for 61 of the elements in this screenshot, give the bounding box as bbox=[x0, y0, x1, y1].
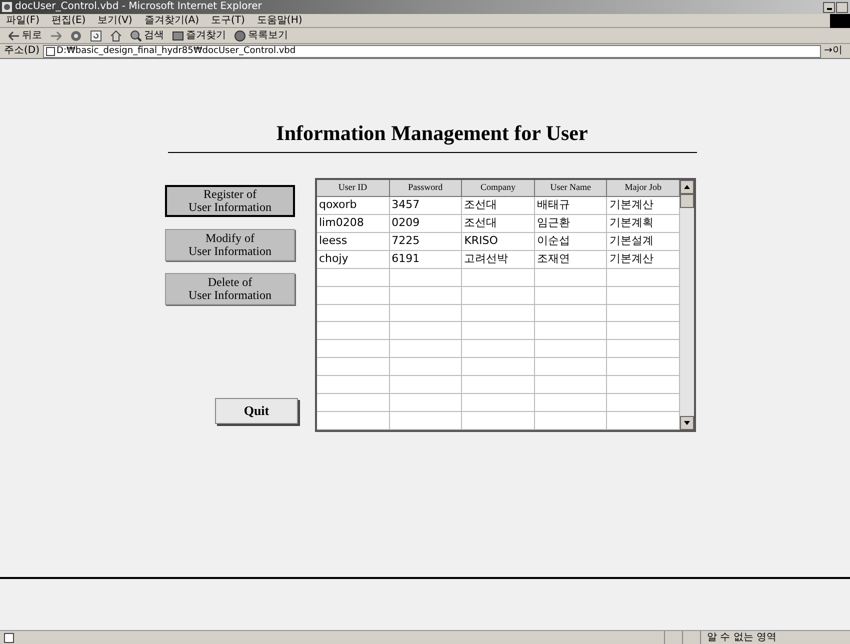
address-label: 주소(D) bbox=[4, 46, 40, 56]
table-cell: 조재연 bbox=[534, 250, 608, 269]
column-header[interactable]: User Name bbox=[534, 180, 608, 197]
table-cell: chojy bbox=[317, 250, 390, 269]
action-button[interactable]: Modify of User Information bbox=[165, 229, 295, 261]
home-button[interactable] bbox=[110, 30, 122, 42]
go-button[interactable]: →이 bbox=[824, 46, 850, 56]
address-field[interactable]: D:₩basic_design_final_hydr85₩docUser_Control.vbd bbox=[42, 44, 821, 58]
scroll-thumb[interactable] bbox=[680, 194, 694, 208]
back-button[interactable]: 뒤로 bbox=[8, 30, 42, 40]
favorites-button[interactable]: 즐겨찾기 bbox=[172, 30, 226, 41]
table-cell: 기본계산 bbox=[607, 196, 680, 215]
menu-item[interactable]: 도움말(H) bbox=[256, 16, 302, 26]
history-button[interactable]: 목록보기 bbox=[234, 30, 288, 42]
menu-item[interactable]: 도구(T) bbox=[211, 16, 245, 26]
menu-item[interactable]: 파일(F) bbox=[6, 16, 40, 26]
refresh-button[interactable] bbox=[90, 30, 102, 42]
table-cell: lim0208 bbox=[317, 214, 390, 233]
folder-icon[interactable] bbox=[172, 30, 184, 41]
table-cell: 기본계산 bbox=[607, 250, 680, 269]
table-cell: leess bbox=[317, 232, 390, 251]
table-cell: 0209 bbox=[390, 214, 462, 233]
table-cell: 배태규 bbox=[534, 196, 608, 215]
table-cell: 임근환 bbox=[534, 214, 608, 233]
page-icon bbox=[46, 46, 55, 56]
action-button[interactable]: Delete of User Information bbox=[165, 273, 295, 305]
menu-item[interactable]: 즐겨찾기(A) bbox=[144, 16, 199, 26]
column-header[interactable]: User ID bbox=[317, 180, 390, 197]
table-cell: 조선대 bbox=[462, 196, 535, 215]
menu-item[interactable]: 보기(V) bbox=[98, 16, 132, 26]
table-cell: 고려선박 bbox=[462, 250, 535, 269]
table-cell: 기본계획 bbox=[607, 214, 680, 233]
table-cell: 7225 bbox=[390, 232, 462, 251]
table-cell: qoxorb bbox=[317, 196, 390, 215]
action-button[interactable]: Register of User Information bbox=[165, 185, 295, 217]
window-title: docUser_Control.vbd - Microsoft Internet Explorer bbox=[15, 2, 262, 12]
scrollbar[interactable] bbox=[680, 180, 694, 430]
column-header[interactable]: Company bbox=[462, 180, 535, 197]
column-header[interactable]: Password bbox=[390, 180, 462, 197]
stop-button[interactable] bbox=[70, 30, 82, 42]
restore-button[interactable] bbox=[836, 2, 848, 12]
minimize-button[interactable] bbox=[823, 2, 835, 12]
globe-icon[interactable] bbox=[234, 30, 246, 42]
table-cell: 6191 bbox=[390, 250, 462, 269]
column-header[interactable]: Major Job bbox=[607, 180, 680, 197]
page-title: Information Management for User bbox=[275, 123, 589, 144]
table-cell: 기본설계 bbox=[607, 232, 680, 251]
search-button[interactable]: 검색 bbox=[130, 30, 164, 42]
browser-icon bbox=[2, 2, 12, 12]
table-cell: 조선대 bbox=[462, 214, 535, 233]
table-cell: 이순섭 bbox=[534, 232, 608, 251]
logo-panel bbox=[830, 14, 850, 28]
zone-label: 알 수 없는 영역 bbox=[700, 631, 850, 644]
search-icon[interactable] bbox=[130, 30, 142, 42]
quit-button[interactable]: Quit bbox=[215, 398, 298, 424]
menu-item[interactable]: 편집(E) bbox=[52, 16, 86, 26]
page-icon bbox=[4, 632, 14, 642]
table-cell: KRISO bbox=[462, 232, 535, 251]
forward-button[interactable] bbox=[50, 30, 62, 40]
table-cell: 3457 bbox=[390, 196, 462, 215]
back-arrow-icon[interactable] bbox=[8, 30, 20, 40]
